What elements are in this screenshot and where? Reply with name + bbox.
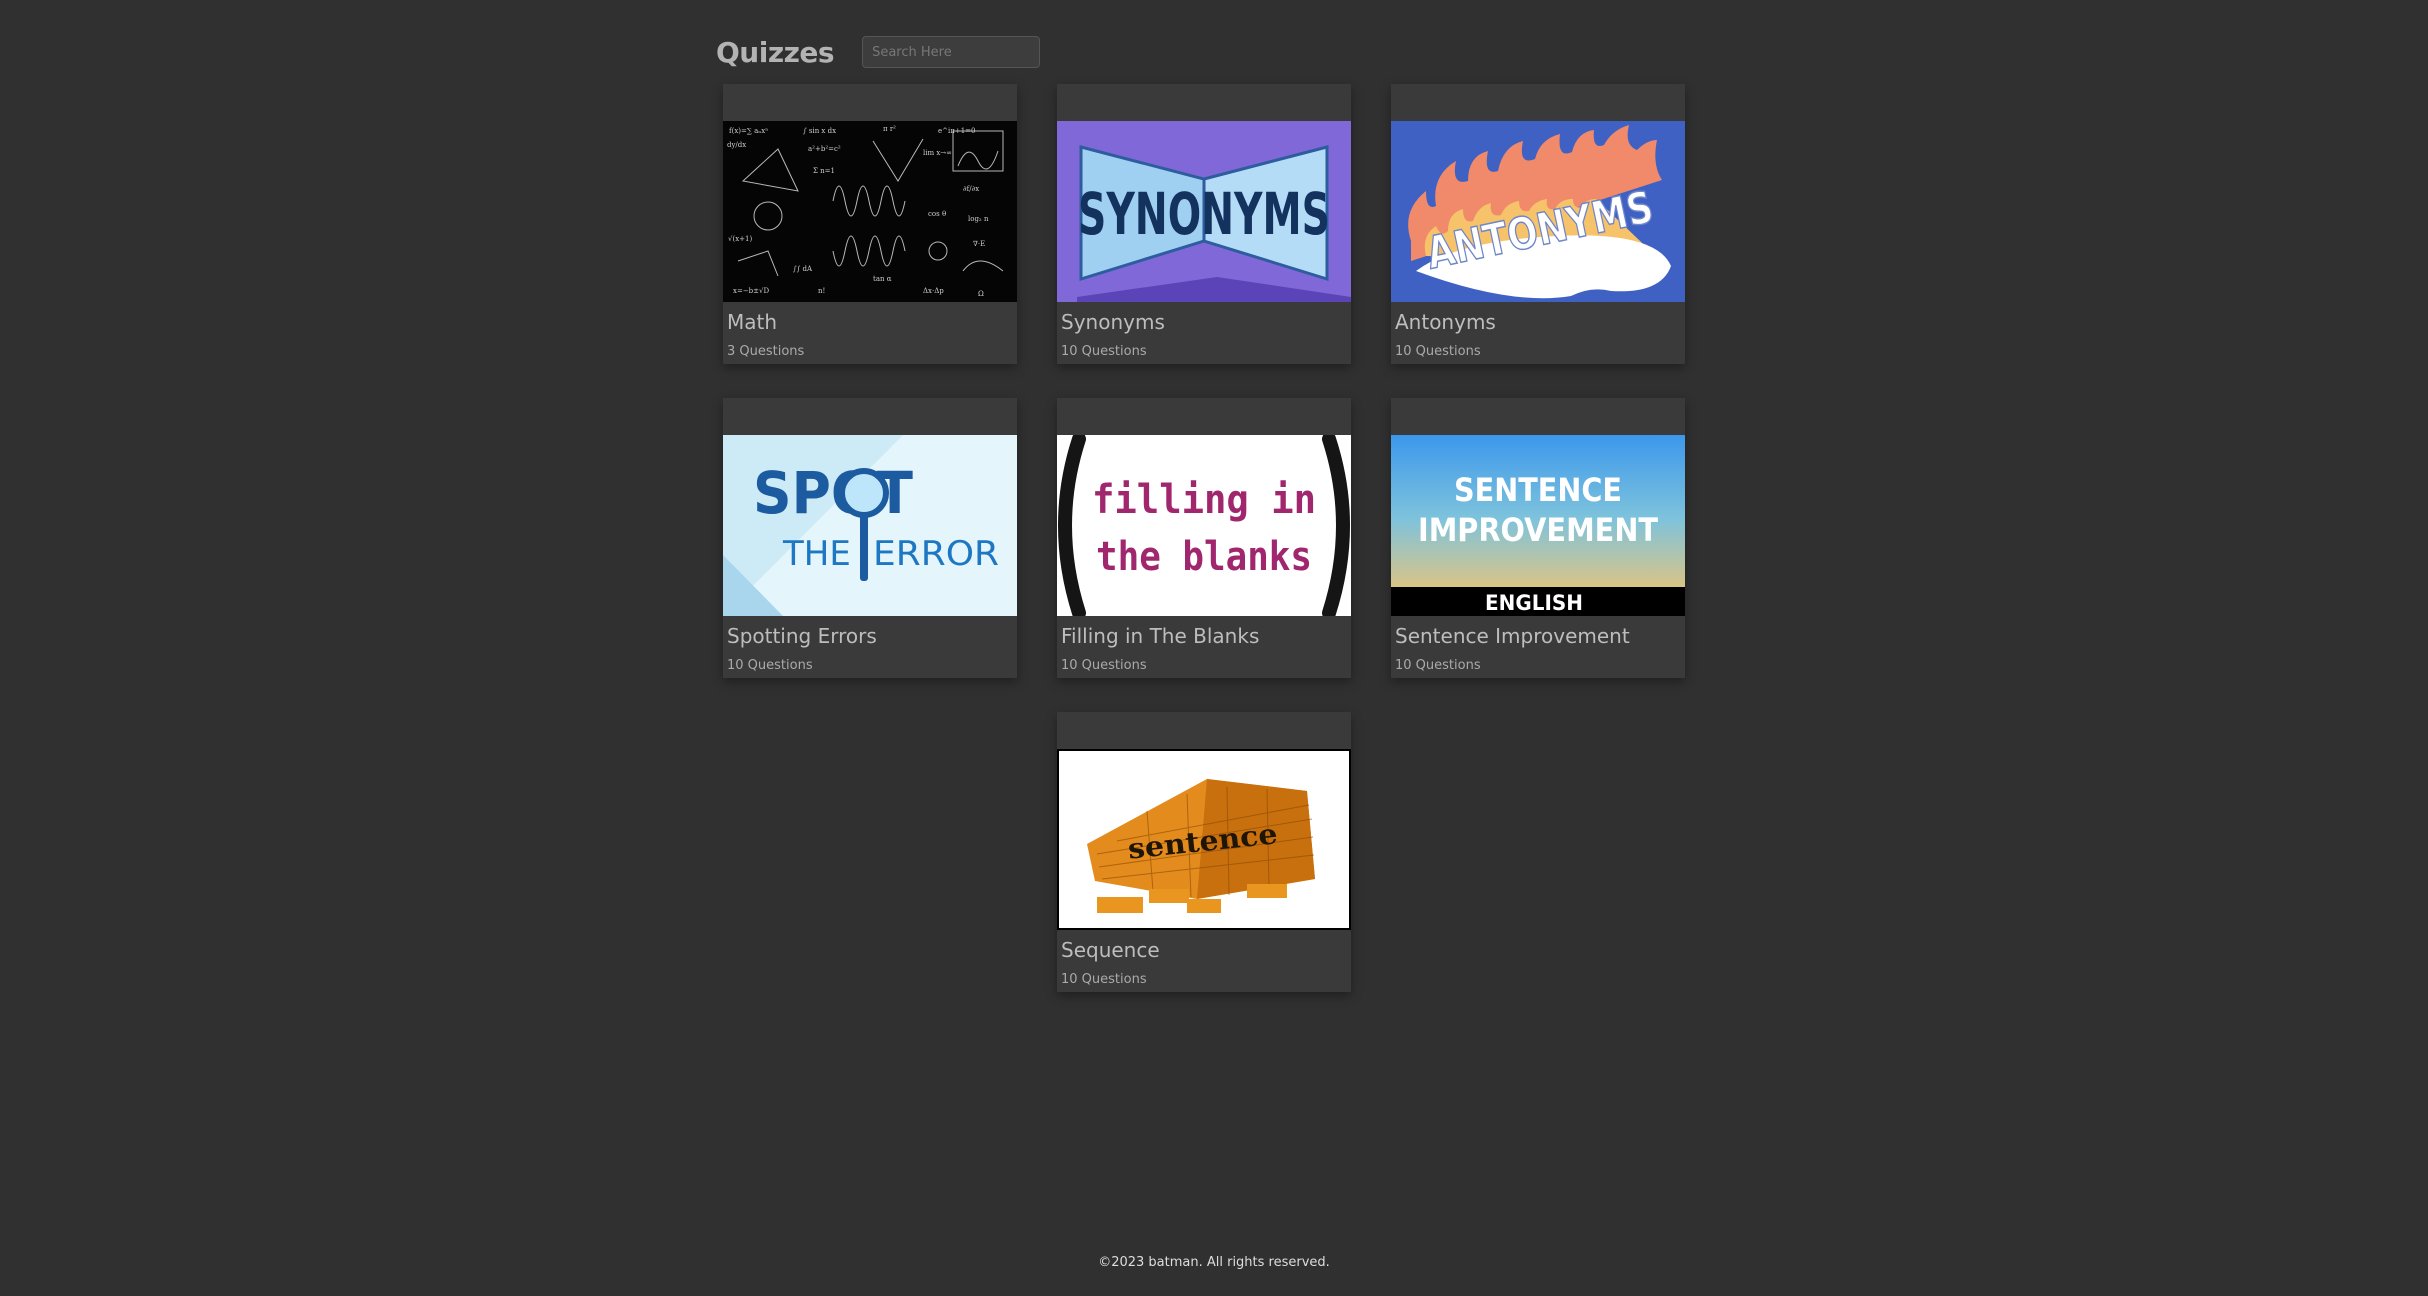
page-title: Quizzes bbox=[716, 35, 835, 69]
quiz-title: Sentence Improvement bbox=[1395, 624, 1630, 648]
quiz-question-count: 10 Questions bbox=[1395, 658, 1481, 673]
antonyms-image: ANTONYMS bbox=[1391, 121, 1685, 302]
svg-text:f(x)=∑ aₙxⁿ: f(x)=∑ aₙxⁿ bbox=[729, 127, 768, 135]
quiz-title: Spotting Errors bbox=[727, 624, 877, 648]
svg-text:lim x→∞: lim x→∞ bbox=[923, 149, 952, 157]
svg-text:tan α: tan α bbox=[873, 275, 892, 283]
svg-text:Ω: Ω bbox=[978, 290, 984, 298]
svg-text:x=−b±√D: x=−b±√D bbox=[733, 287, 769, 295]
quiz-question-count: 10 Questions bbox=[1395, 344, 1481, 359]
the-image-text: THE bbox=[782, 534, 851, 574]
quiz-card-synonyms[interactable]: SYNONYMS Synonyms 10 Questions bbox=[1057, 84, 1351, 364]
svg-text:∫∫ dA: ∫∫ dA bbox=[793, 265, 813, 273]
error-image-text: ERROR bbox=[873, 534, 999, 574]
quiz-question-count: 3 Questions bbox=[727, 344, 805, 359]
svg-text:∫ sin x dx: ∫ sin x dx bbox=[803, 127, 836, 135]
sentence-image-text: SENTENCE bbox=[1454, 471, 1622, 509]
search-input[interactable] bbox=[862, 36, 1041, 68]
quiz-grid: f(x)=∑ aₙxⁿ ∫ sin x dx π r² e^iπ+1=0 dy/dx a… bbox=[723, 84, 1685, 992]
svg-text:Δx·Δp: Δx·Δp bbox=[923, 287, 944, 295]
svg-text:cos θ: cos θ bbox=[928, 210, 946, 218]
synonyms-image: SYNONYMS bbox=[1057, 121, 1351, 302]
svg-text:log₂ n: log₂ n bbox=[968, 215, 989, 223]
quiz-card-antonyms[interactable]: ANTONYMS Antonyms 10 Questions bbox=[1391, 84, 1685, 364]
sentence-improvement-image: SENTENCE IMPROVEMENT ENGLISH bbox=[1391, 435, 1685, 616]
quiz-title: Sequence bbox=[1061, 938, 1160, 962]
spot-the-error-image: SPOT THE ERROR bbox=[723, 435, 1017, 616]
english-image-text: ENGLISH bbox=[1485, 591, 1583, 615]
quiz-question-count: 10 Questions bbox=[1061, 658, 1147, 673]
spot-image-text: SPOT bbox=[753, 459, 913, 527]
header: Quizzes bbox=[716, 32, 1041, 72]
quiz-card-math[interactable]: f(x)=∑ aₙxⁿ ∫ sin x dx π r² e^iπ+1=0 dy/dx a… bbox=[723, 84, 1017, 364]
quiz-card-filling-blanks[interactable]: filling in the blanks Filling in The Bla… bbox=[1057, 398, 1351, 678]
svg-text:e^iπ+1=0: e^iπ+1=0 bbox=[938, 127, 976, 135]
filling-blanks-image: filling in the blanks bbox=[1057, 435, 1351, 616]
quiz-title: Filling in The Blanks bbox=[1061, 624, 1260, 648]
quiz-title: Antonyms bbox=[1395, 310, 1496, 334]
svg-text:a²+b²=c²: a²+b²=c² bbox=[808, 145, 841, 153]
svg-text:dy/dx: dy/dx bbox=[727, 141, 746, 149]
quiz-title: Math bbox=[727, 310, 778, 334]
quiz-question-count: 10 Questions bbox=[727, 658, 813, 673]
svg-text:∇·E: ∇·E bbox=[973, 240, 985, 248]
blanks-image-text: the blanks bbox=[1096, 534, 1312, 580]
svg-text:∂f/∂x: ∂f/∂x bbox=[963, 185, 979, 193]
quiz-question-count: 10 Questions bbox=[1061, 344, 1147, 359]
svg-text:n!: n! bbox=[818, 287, 825, 295]
footer-copyright: ©2023 batman. All rights reserved. bbox=[1098, 1255, 1330, 1270]
sequence-bricks-image: sentence bbox=[1057, 749, 1351, 930]
svg-text:π r²: π r² bbox=[883, 125, 896, 133]
quiz-question-count: 10 Questions bbox=[1061, 972, 1147, 987]
improvement-image-text: IMPROVEMENT bbox=[1418, 511, 1658, 549]
svg-text:Σ n=1: Σ n=1 bbox=[813, 167, 835, 175]
svg-text:√(x+1): √(x+1) bbox=[728, 235, 752, 243]
quiz-card-sentence-improvement[interactable]: SENTENCE IMPROVEMENT ENGLISH Sentence Im… bbox=[1391, 398, 1685, 678]
quiz-card-sequence[interactable]: sentence Sequence 10 Questions bbox=[1057, 712, 1351, 992]
synonyms-image-text: SYNONYMS bbox=[1078, 180, 1330, 248]
filling-image-text: filling in bbox=[1092, 477, 1316, 523]
quiz-card-spotting-errors[interactable]: SPOT THE ERROR Spotting Errors 10 Questi… bbox=[723, 398, 1017, 678]
quiz-title: Synonyms bbox=[1061, 310, 1165, 334]
math-formulas-image: f(x)=∑ aₙxⁿ ∫ sin x dx π r² e^iπ+1=0 dy/dx a… bbox=[723, 121, 1017, 302]
